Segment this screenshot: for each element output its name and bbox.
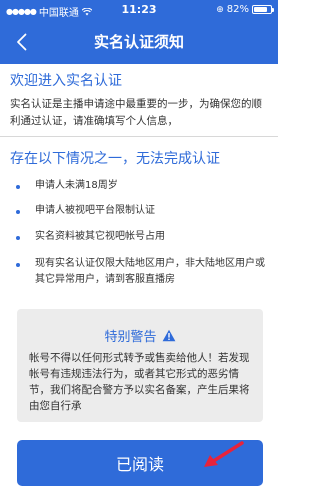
page-title: 实名认证须知 (93, 33, 184, 51)
welcome-text: 实名认证是主播申请途中最重要的一步，为确保您的顺利通过认证，请准确填写个人信息， (10, 98, 262, 127)
alarm-icon: ⊕ (216, 4, 224, 15)
condition-text: 申请人被视吧平台限制认证 (35, 205, 155, 216)
warning-box: 特别警告 帐号不得以任何形式转予或售卖给他人！若发现帐号有违规违法行为，或者其它… (17, 309, 263, 422)
bullet-icon (16, 210, 20, 214)
nav-bar: 实名认证须知 (0, 20, 278, 64)
list-item: 申请人未满18周岁 (0, 178, 126, 194)
battery-icon (252, 5, 274, 14)
battery-percent: 82% (226, 4, 249, 15)
read-button[interactable]: 已阅读 (17, 440, 263, 486)
bullet-icon (16, 185, 20, 189)
condition-text: 申请人未满18周岁 (35, 180, 118, 191)
warning-icon (162, 329, 175, 342)
divider (0, 136, 278, 137)
condition-text: 现有实名认证仅限大陆地区用户，非大陆地区用户或其它异常用户，请到客服直播房 (35, 258, 265, 285)
header: ●●●●● 中国联通 11:23 ⊕ 82% 实名认证须知 (0, 0, 278, 64)
warning-title-text: 特别警告 (104, 330, 157, 345)
bullet-icon (16, 263, 20, 267)
list-item: 实名资料被其它视吧帐号占用 (0, 229, 173, 245)
status-right: ⊕ 82% (216, 4, 274, 15)
warning-text: 帐号不得以任何形式转予或售卖给他人！若发现帐号有违规违法行为，或者其它形式的恶劣… (29, 352, 250, 412)
status-bar: ●●●●● 中国联通 11:23 ⊕ 82% (0, 0, 278, 20)
list-item: 现有实名认证仅限大陆地区用户，非大陆地区用户或其它异常用户，请到客服直播房 (0, 256, 278, 288)
warning-title: 特别警告 (17, 326, 263, 345)
conditions-heading: 存在以下情况之一，无法完成认证 (10, 151, 220, 167)
condition-text: 实名资料被其它视吧帐号占用 (35, 231, 165, 242)
bullet-icon (16, 236, 20, 240)
battery-fill (254, 7, 268, 12)
welcome-heading: 欢迎进入实名认证 (10, 73, 122, 89)
list-item: 申请人被视吧平台限制认证 (0, 203, 163, 219)
